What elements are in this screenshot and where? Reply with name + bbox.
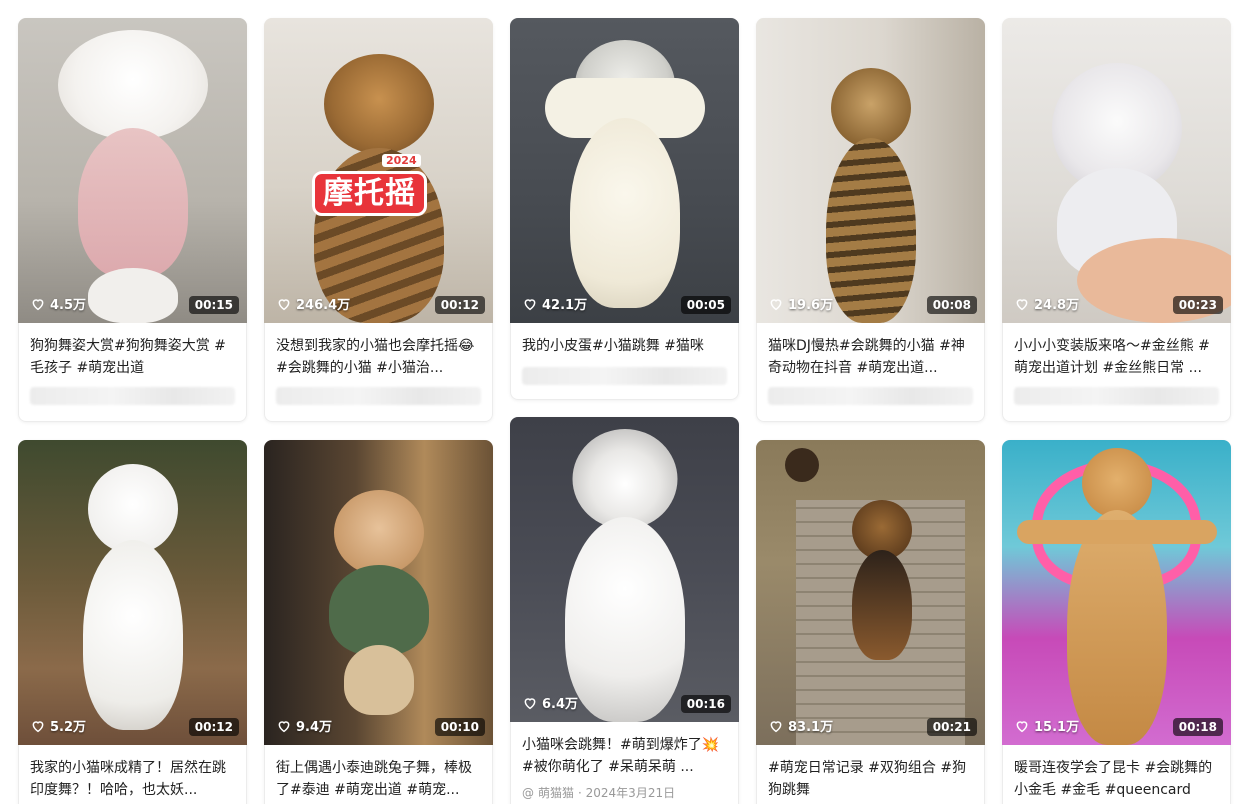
author-blurred	[276, 387, 481, 405]
like-count-text: 5.2万	[50, 720, 87, 735]
author-blurred	[768, 387, 973, 405]
like-count-text: 42.1万	[542, 298, 588, 313]
like-count: 24.8万	[1014, 294, 1079, 313]
duration-badge: 00:21	[926, 718, 977, 736]
video-card[interactable]: 15.1万 00:18 暖哥连夜学会了昆卡 #会跳舞的小金毛 #金毛 #quee…	[1002, 440, 1231, 804]
duration-badge: 00:12	[188, 718, 239, 736]
duration-badge: 00:12	[434, 296, 485, 314]
video-card[interactable]: 4.5万 00:15 狗狗舞姿大赏#狗狗舞姿大赏 #毛孩子 #萌宠出道	[18, 18, 247, 422]
heart-outline-icon	[1016, 298, 1028, 310]
video-caption[interactable]: 我家的小猫咪成精了！居然在跳印度舞？！哈哈，也太妖...	[18, 745, 247, 801]
heart-outline-icon	[278, 720, 290, 732]
author-name[interactable]: 萌猫猫	[538, 784, 574, 801]
title-sticker: 2024 摩托摇	[312, 154, 427, 216]
duration-badge: 00:05	[680, 296, 731, 314]
like-count: 15.1万	[1014, 716, 1079, 735]
like-count-text: 24.8万	[1034, 298, 1080, 313]
video-thumbnail[interactable]: 4.5万 00:15	[18, 18, 247, 323]
video-caption[interactable]: 小小小变装版来咯～#金丝熊 #萌宠出道计划 #金丝熊日常 ...	[1002, 323, 1231, 379]
duration-badge: 00:18	[1172, 718, 1223, 736]
video-card[interactable]: 83.1万 00:21 #萌宠日常记录 #双狗组合 #狗狗跳舞	[756, 440, 985, 804]
sticker-year: 2024	[382, 154, 421, 167]
video-caption[interactable]: 暖哥连夜学会了昆卡 #会跳舞的小金毛 #金毛 #queencard	[1002, 745, 1231, 801]
like-count: 246.4万	[276, 294, 350, 313]
like-count: 9.4万	[276, 716, 332, 735]
video-card[interactable]: 5.2万 00:12 我家的小猫咪成精了！居然在跳印度舞？！哈哈，也太妖...	[18, 440, 247, 804]
heart-outline-icon	[32, 298, 44, 310]
heart-outline-icon	[770, 720, 782, 732]
duration-badge: 00:23	[1172, 296, 1223, 314]
heart-outline-icon	[278, 298, 290, 310]
video-caption[interactable]: 小猫咪会跳舞！#萌到爆炸了💥 #被你萌化了 #呆萌呆萌 ...	[510, 722, 739, 778]
like-count: 5.2万	[30, 716, 86, 735]
like-count: 83.1万	[768, 716, 833, 735]
author-blurred	[30, 387, 235, 405]
video-caption[interactable]: 猫咪DJ慢热#会跳舞的小猫 #神奇动物在抖音 #萌宠出道...	[756, 323, 985, 379]
video-thumbnail[interactable]: 24.8万 00:23	[1002, 18, 1231, 323]
like-count-text: 83.1万	[788, 720, 834, 735]
post-date: · 2024年3月21日	[578, 786, 676, 800]
like-count: 42.1万	[522, 294, 587, 313]
video-caption[interactable]: #萌宠日常记录 #双狗组合 #狗狗跳舞	[756, 745, 985, 801]
duration-badge: 00:08	[926, 296, 977, 314]
heart-outline-icon	[524, 697, 536, 709]
like-count: 19.6万	[768, 294, 833, 313]
video-card[interactable]: 19.6万 00:08 猫咪DJ慢热#会跳舞的小猫 #神奇动物在抖音 #萌宠出道…	[756, 18, 985, 422]
like-count-text: 6.4万	[542, 697, 579, 712]
like-count: 6.4万	[522, 693, 578, 712]
heart-outline-icon	[1016, 720, 1028, 732]
author-blurred	[1014, 387, 1219, 405]
at-icon: @	[522, 785, 534, 800]
video-thumbnail[interactable]: 19.6万 00:08	[756, 18, 985, 323]
video-thumbnail[interactable]: 2024 摩托摇 246.4万 00:12	[264, 18, 493, 323]
heart-outline-icon	[524, 298, 536, 310]
duration-badge: 00:16	[680, 695, 731, 713]
like-count-text: 9.4万	[296, 720, 333, 735]
video-caption[interactable]: 没想到我家的小猫也会摩托摇😂#会跳舞的小猫 #小猫治...	[264, 323, 493, 379]
video-card[interactable]: 6.4万 00:16 小猫咪会跳舞！#萌到爆炸了💥 #被你萌化了 #呆萌呆萌 .…	[510, 417, 739, 804]
like-count-text: 19.6万	[788, 298, 834, 313]
video-thumbnail[interactable]: 9.4万 00:10	[264, 440, 493, 745]
like-count-text: 4.5万	[50, 298, 87, 313]
like-count-text: 15.1万	[1034, 720, 1080, 735]
duration-badge: 00:10	[434, 718, 485, 736]
heart-outline-icon	[770, 298, 782, 310]
video-card[interactable]: 9.4万 00:10 街上偶遇小泰迪跳兔子舞，棒极了#泰迪 #萌宠出道 #萌宠.…	[264, 440, 493, 804]
author-line[interactable]: @ 萌猫猫 · 2024年3月21日	[522, 784, 727, 801]
video-caption[interactable]: 街上偶遇小泰迪跳兔子舞，棒极了#泰迪 #萌宠出道 #萌宠...	[264, 745, 493, 801]
sticker-text: 摩托摇	[312, 171, 427, 216]
video-card[interactable]: 42.1万 00:05 我的小皮蛋#小猫跳舞 #猫咪	[510, 18, 739, 400]
video-caption[interactable]: 狗狗舞姿大赏#狗狗舞姿大赏 #毛孩子 #萌宠出道	[18, 323, 247, 379]
heart-outline-icon	[32, 720, 44, 732]
video-caption[interactable]: 我的小皮蛋#小猫跳舞 #猫咪	[510, 323, 739, 363]
video-thumbnail[interactable]: 6.4万 00:16	[510, 417, 739, 722]
like-count-text: 246.4万	[296, 298, 351, 313]
video-card[interactable]: 24.8万 00:23 小小小变装版来咯～#金丝熊 #萌宠出道计划 #金丝熊日常…	[1002, 18, 1231, 422]
video-thumbnail[interactable]: 15.1万 00:18	[1002, 440, 1231, 745]
video-card[interactable]: 2024 摩托摇 246.4万 00:12 没想到我家的小猫也会摩托摇😂#会跳舞…	[264, 18, 493, 422]
like-count: 4.5万	[30, 294, 86, 313]
video-thumbnail[interactable]: 42.1万 00:05	[510, 18, 739, 323]
author-blurred	[522, 367, 727, 385]
video-thumbnail[interactable]: 5.2万 00:12	[18, 440, 247, 745]
video-thumbnail[interactable]: 83.1万 00:21	[756, 440, 985, 745]
duration-badge: 00:15	[188, 296, 239, 314]
